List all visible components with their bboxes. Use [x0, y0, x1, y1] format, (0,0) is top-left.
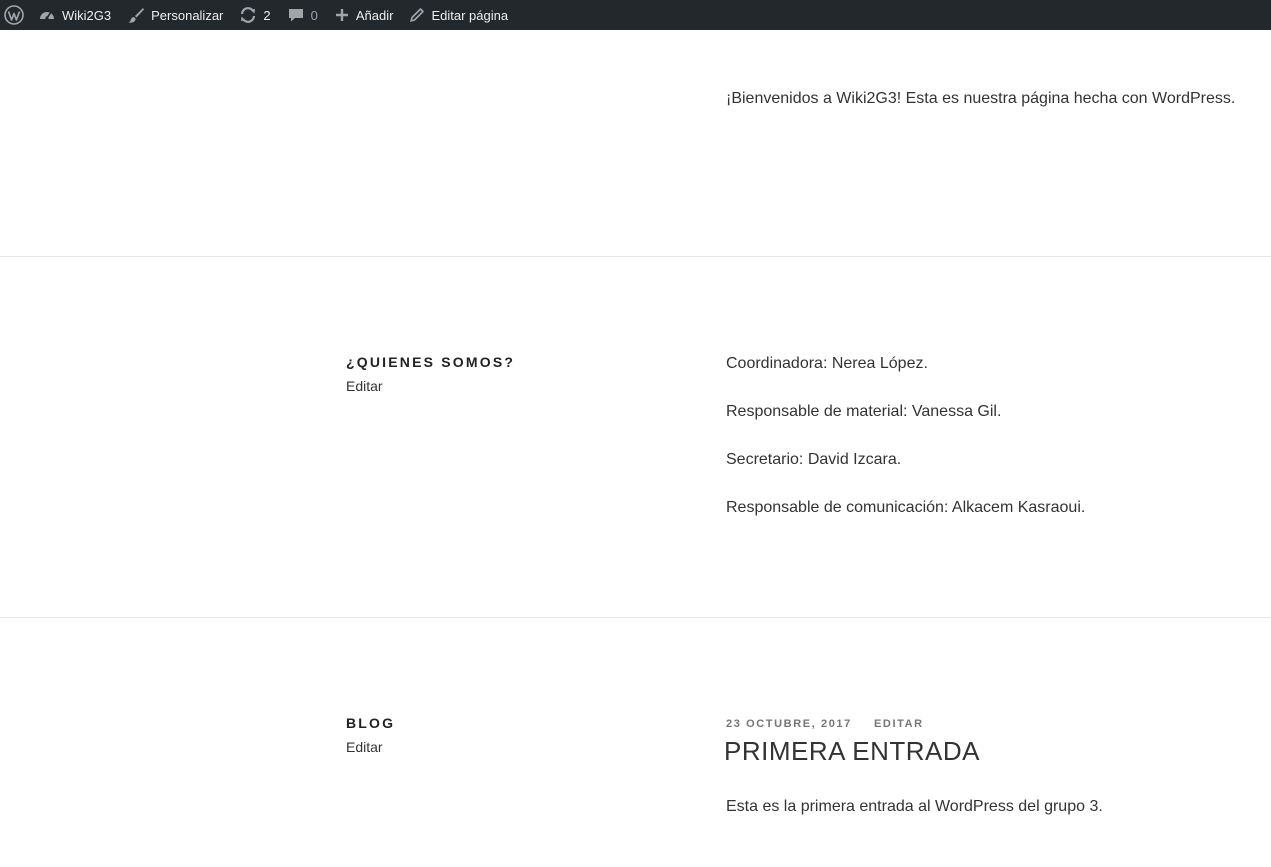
- edit-page-label: Editar página: [431, 7, 509, 23]
- post-date[interactable]: 23 OCTUBRE, 2017: [726, 718, 852, 730]
- customize-link[interactable]: Personalizar: [119, 0, 231, 30]
- post-edit-link[interactable]: EDITAR: [874, 718, 924, 730]
- intro-text: ¡Bienvenidos a Wiki2G3! Esta es nuestra …: [726, 90, 1236, 107]
- post-title[interactable]: PRIMERA ENTRADA: [724, 736, 980, 767]
- wordpress-logo-menu[interactable]: [0, 0, 30, 30]
- blog-section-title: BLOG: [346, 715, 396, 731]
- comment-bubble-icon: [287, 6, 305, 24]
- blog-edit-link[interactable]: Editar: [346, 739, 383, 755]
- add-new-label: Añadir: [355, 7, 394, 23]
- member-communication: Responsable de comunicación: Alkacem Kas…: [726, 499, 1086, 516]
- admin-bar: Wiki2G3 Personalizar 2 0 Añadir Editar p…: [0, 0, 1271, 30]
- about-edit-link[interactable]: Editar: [346, 378, 383, 394]
- about-section-title: ¿QUIENES SOMOS?: [346, 354, 516, 370]
- brush-icon: [127, 6, 145, 24]
- customize-label: Personalizar: [151, 7, 224, 23]
- member-secretary: Secretario: David Izcara.: [726, 451, 902, 468]
- comments-count: 0: [310, 7, 318, 23]
- add-new-menu[interactable]: Añadir: [326, 0, 402, 30]
- site-name-menu[interactable]: Wiki2G3: [30, 0, 119, 30]
- updates-icon: [239, 6, 257, 24]
- plus-icon: [334, 7, 350, 23]
- updates-count: 2: [263, 7, 271, 23]
- edit-page-link[interactable]: Editar página: [401, 0, 516, 30]
- updates-link[interactable]: 2: [231, 0, 278, 30]
- section-divider: [0, 256, 1271, 257]
- member-coordinator: Coordinadora: Nerea López.: [726, 355, 928, 372]
- site-name-label: Wiki2G3: [62, 7, 112, 23]
- comments-link[interactable]: 0: [279, 0, 326, 30]
- wordpress-logo-icon: [4, 5, 24, 25]
- member-material: Responsable de material: Vanessa Gil.: [726, 403, 1002, 420]
- dashboard-icon: [38, 6, 56, 24]
- section-divider: [0, 617, 1271, 618]
- post-excerpt: Esta es la primera entrada al WordPress …: [726, 798, 1103, 815]
- pencil-icon: [409, 7, 425, 23]
